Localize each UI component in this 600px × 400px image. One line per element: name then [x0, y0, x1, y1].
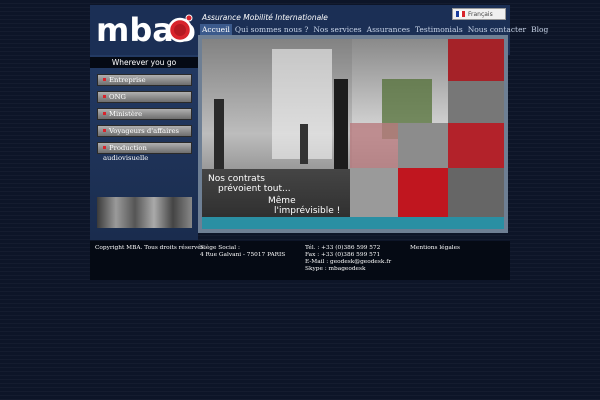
sidebar-item-entreprise[interactable]: Entreprise	[97, 74, 192, 86]
sidebar-item-label: Ministère	[109, 110, 143, 118]
footer-address: Siège Social : 4 Rue Galvani - 75017 PAR…	[200, 245, 285, 259]
sidebar-item-label: Production audiovisuelle	[103, 144, 149, 162]
footer: Copyright MBA. Tous droits réservés. Siè…	[90, 241, 510, 280]
hero-collage	[202, 39, 504, 229]
bullet-icon	[103, 95, 106, 98]
footer-email[interactable]: E-Mail : geodesk@geodesk.fr	[305, 259, 391, 266]
sidebar-item-voyageurs[interactable]: Voyageurs d'affaires	[97, 125, 192, 137]
sidebar-item-ministere[interactable]: Ministère	[97, 108, 192, 120]
footer-copyright: Copyright MBA. Tous droits réservés.	[95, 245, 206, 251]
language-label: Français	[468, 10, 493, 18]
footer-tel: Tél. : +33 (0)386 599 572	[305, 245, 381, 251]
hero-line-3: Même	[268, 196, 296, 206]
footer-legal-link[interactable]: Mentions légales	[410, 245, 460, 252]
footer-siege-label: Siège Social :	[200, 245, 240, 251]
mbao-logo[interactable]: mbao	[94, 9, 198, 51]
hero-image: Nos contrats prévoient tout... Même l'im…	[202, 39, 504, 229]
bullet-icon	[103, 78, 106, 81]
page-wrapper: mbao Assurance Mobilité Internationale F…	[90, 5, 548, 280]
bullet-icon	[103, 129, 106, 132]
bullet-icon	[103, 112, 106, 115]
sidebar-item-ong[interactable]: ONG	[97, 91, 192, 103]
hero-frame: Nos contrats prévoient tout... Même l'im…	[198, 35, 508, 233]
hero-line-4: l'imprévisible !	[274, 206, 341, 216]
people-photo	[97, 197, 192, 228]
tagline: Assurance Mobilité Internationale	[202, 13, 328, 22]
sidebar-title: Wherever you go	[90, 57, 198, 68]
footer-siege-address: 4 Rue Galvani - 75017 PARIS	[200, 252, 286, 258]
sidebar: Wherever you go Entreprise ONG Ministère…	[90, 55, 198, 240]
footer-fax: Fax : +33 (0)386 599 571	[305, 252, 381, 258]
hero-line-1: Nos contrats	[208, 174, 265, 184]
footer-contact: Tél. : +33 (0)386 599 572 Fax : +33 (0)3…	[305, 245, 391, 273]
footer-skype: Skype : mbageodesk	[305, 266, 366, 272]
language-selector[interactable]: Français	[452, 8, 506, 20]
hero-line-2: prévoient tout...	[218, 184, 291, 194]
nav-item-blog[interactable]: Blog	[529, 24, 550, 36]
sidebar-item-production[interactable]: Production audiovisuelle	[97, 142, 192, 162]
logo-graphic: mbao	[96, 11, 196, 49]
sidebar-item-label: ONG	[109, 93, 126, 101]
bullet-icon	[103, 146, 106, 149]
french-flag-icon	[456, 11, 465, 17]
sidebar-item-label: Voyageurs d'affaires	[109, 127, 180, 135]
sidebar-item-label: Entreprise	[109, 76, 146, 84]
